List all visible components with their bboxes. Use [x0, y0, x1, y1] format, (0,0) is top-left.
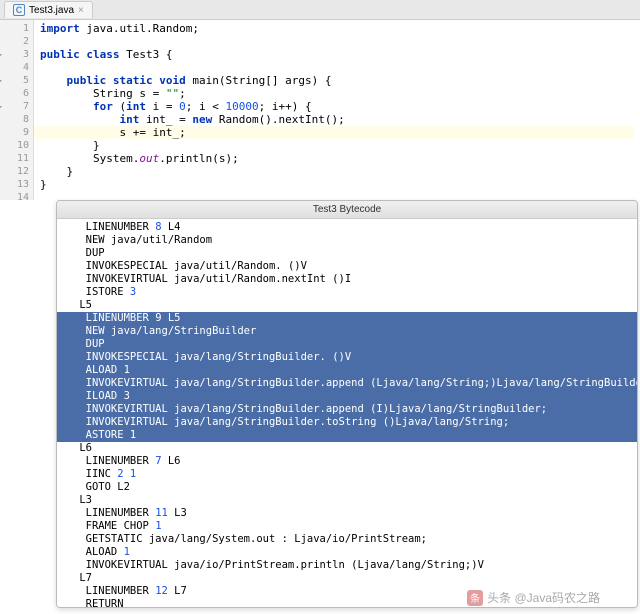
bytecode-line[interactable]: DUP	[57, 338, 637, 351]
gutter-line-number: 14	[0, 191, 29, 204]
code-line[interactable]: String s = "";	[40, 87, 634, 100]
bytecode-line[interactable]: LINENUMBER 7 L6	[57, 455, 637, 468]
fold-marker-icon[interactable]: ▸	[0, 48, 3, 61]
editor-tab[interactable]: C Test3.java ×	[4, 1, 93, 18]
code-line[interactable]: s += int_;	[34, 126, 634, 139]
bytecode-line[interactable]: L3	[57, 494, 637, 507]
gutter-line-number: 13	[0, 178, 29, 191]
java-file-icon: C	[13, 4, 25, 16]
bytecode-title: Test3 Bytecode	[57, 201, 637, 219]
watermark: 条 头条 @Java码农之路	[467, 589, 600, 606]
code-line[interactable]: for (int i = 0; i < 10000; i++) {	[40, 100, 634, 113]
bytecode-line[interactable]: INVOKEVIRTUAL java/lang/StringBuilder.to…	[57, 416, 637, 429]
code-line[interactable]: import java.util.Random;	[40, 22, 634, 35]
code-line[interactable]: }	[40, 178, 634, 191]
bytecode-line[interactable]: INVOKEVIRTUAL java/util/Random.nextInt (…	[57, 273, 637, 286]
code-line[interactable]: int int_ = new Random().nextInt();	[40, 113, 634, 126]
bytecode-panel: Test3 Bytecode LINENUMBER 8 L4 NEW java/…	[56, 200, 638, 608]
bytecode-line[interactable]: INVOKEVIRTUAL java/io/PrintStream.printl…	[57, 559, 637, 572]
bytecode-line[interactable]: LINENUMBER 8 L4	[57, 221, 637, 234]
bytecode-line[interactable]: GETSTATIC java/lang/System.out : Ljava/i…	[57, 533, 637, 546]
code-line[interactable]: }	[40, 139, 634, 152]
close-icon[interactable]: ×	[78, 5, 84, 16]
bytecode-line[interactable]: NEW java/lang/StringBuilder	[57, 325, 637, 338]
bytecode-line[interactable]: ALOAD 1	[57, 546, 637, 559]
fold-marker-icon[interactable]: ▸	[0, 74, 3, 87]
bytecode-line[interactable]: L5	[57, 299, 637, 312]
watermark-icon: 条	[467, 590, 483, 606]
watermark-text: 头条 @Java码农之路	[487, 589, 600, 606]
code-line[interactable]: }	[40, 165, 634, 178]
bytecode-line[interactable]: DUP	[57, 247, 637, 260]
bytecode-line[interactable]: INVOKESPECIAL java/lang/StringBuilder. (…	[57, 351, 637, 364]
gutter-line-number: 2	[0, 35, 29, 48]
code-line[interactable]: public static void main(String[] args) {	[40, 74, 634, 87]
bytecode-line[interactable]: INVOKEVIRTUAL java/lang/StringBuilder.ap…	[57, 377, 637, 390]
code-line[interactable]: public class Test3 {	[40, 48, 634, 61]
line-gutter: 123▸45▸67▸89💡1011121314	[0, 20, 34, 200]
bytecode-line[interactable]: FRAME CHOP 1	[57, 520, 637, 533]
tab-bar: C Test3.java ×	[0, 0, 640, 20]
gutter-line-number: 3▸	[0, 48, 29, 61]
bytecode-line[interactable]: ILOAD 3	[57, 390, 637, 403]
bytecode-line[interactable]: ALOAD 1	[57, 364, 637, 377]
bytecode-line[interactable]: GOTO L2	[57, 481, 637, 494]
bytecode-line[interactable]: L7	[57, 572, 637, 585]
bytecode-line[interactable]: INVOKESPECIAL java/util/Random. ()V	[57, 260, 637, 273]
code-line[interactable]	[40, 35, 634, 48]
gutter-line-number: 7▸	[0, 100, 29, 113]
bytecode-line[interactable]: LINENUMBER 11 L3	[57, 507, 637, 520]
bytecode-line[interactable]: INVOKEVIRTUAL java/lang/StringBuilder.ap…	[57, 403, 637, 416]
code-editor[interactable]: 123▸45▸67▸89💡1011121314 import java.util…	[0, 20, 640, 200]
gutter-line-number: 5▸	[0, 74, 29, 87]
bytecode-line[interactable]: IINC 2 1	[57, 468, 637, 481]
code-content[interactable]: import java.util.Random; public class Te…	[34, 20, 640, 200]
gutter-line-number: 8	[0, 113, 29, 126]
bytecode-line[interactable]: L6	[57, 442, 637, 455]
bytecode-line[interactable]: NEW java/util/Random	[57, 234, 637, 247]
gutter-line-number: 10	[0, 139, 29, 152]
gutter-line-number: 12	[0, 165, 29, 178]
gutter-line-number: 4	[0, 61, 29, 74]
code-line[interactable]: System.out.println(s);	[40, 152, 634, 165]
bytecode-line[interactable]: ASTORE 1	[57, 429, 637, 442]
code-line[interactable]	[40, 61, 634, 74]
gutter-line-number: 6	[0, 87, 29, 100]
gutter-line-number: 1	[0, 22, 29, 35]
fold-marker-icon[interactable]: ▸	[0, 100, 3, 113]
bytecode-line[interactable]: ISTORE 3	[57, 286, 637, 299]
bytecode-line[interactable]: LINENUMBER 9 L5	[57, 312, 637, 325]
bytecode-content[interactable]: LINENUMBER 8 L4 NEW java/util/Random DUP…	[57, 219, 637, 607]
gutter-line-number: 11	[0, 152, 29, 165]
tab-filename: Test3.java	[29, 5, 74, 16]
gutter-line-number: 9💡	[0, 126, 29, 139]
